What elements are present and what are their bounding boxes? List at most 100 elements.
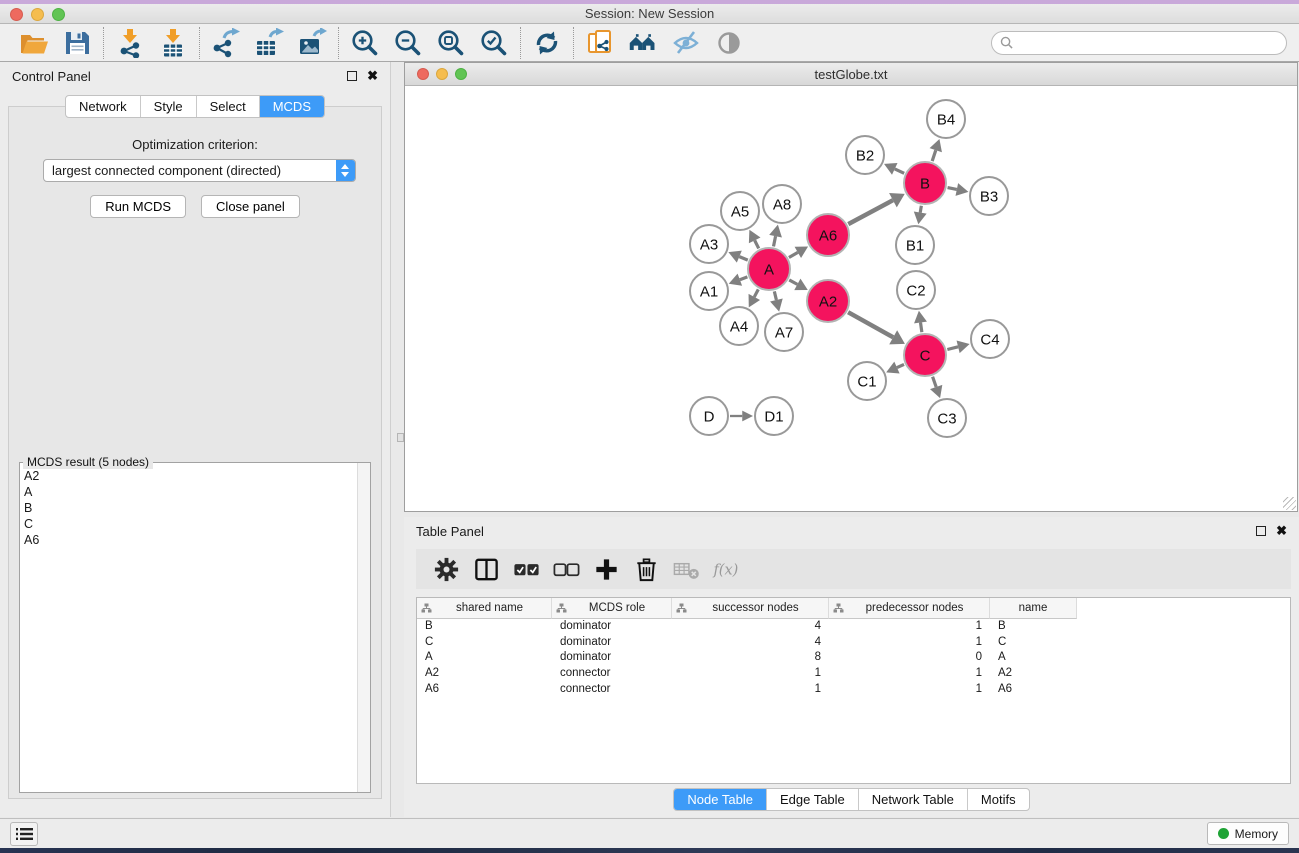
column-header-MCDS-role[interactable]: MCDS role [552, 598, 672, 619]
float-table-panel-icon[interactable] [1256, 526, 1266, 536]
save-session-icon[interactable] [62, 28, 92, 58]
edge-A-A6[interactable] [789, 252, 798, 257]
float-panel-icon[interactable] [347, 71, 357, 81]
graph-node-B3[interactable]: B3 [970, 177, 1008, 215]
tab-edge-table[interactable]: Edge Table [766, 789, 858, 810]
column-header-successor-nodes[interactable]: successor nodes [672, 598, 829, 619]
gear-icon[interactable] [432, 555, 461, 584]
table-cell[interactable]: C [417, 635, 552, 651]
table-cell[interactable]: 4 [672, 619, 829, 635]
network-canvas[interactable]: B4B2BB3A8A5A6A3B1AA1C2A2A4A7C4CC1C3DD1 [405, 86, 1297, 511]
function-builder-icon[interactable]: f(x) [712, 555, 741, 584]
table-cell[interactable]: dominator [552, 650, 672, 666]
table-row[interactable]: Cdominator41C [417, 635, 1290, 651]
table-cell[interactable]: B [990, 619, 1077, 635]
network-minimize-button[interactable] [436, 68, 448, 80]
result-item[interactable]: B [20, 500, 357, 516]
table-row[interactable]: Bdominator41B [417, 619, 1290, 635]
resize-grip-icon[interactable] [1283, 497, 1296, 510]
export-image-icon[interactable] [297, 28, 327, 58]
table-row[interactable]: A2connector11A2 [417, 666, 1290, 682]
tab-style[interactable]: Style [140, 96, 196, 117]
table-cell[interactable]: 8 [672, 650, 829, 666]
apply-layout-icon[interactable] [532, 28, 562, 58]
task-history-button[interactable] [10, 822, 38, 846]
select-all-icon[interactable] [512, 555, 541, 584]
delete-column-icon[interactable] [632, 555, 661, 584]
run-mcds-button[interactable]: Run MCDS [90, 195, 186, 218]
graph-node-A8[interactable]: A8 [763, 185, 801, 223]
edge-A-A2[interactable] [789, 280, 797, 284]
table-cell[interactable]: 1 [829, 619, 990, 635]
graph-node-D1[interactable]: D1 [755, 397, 793, 435]
table-cell[interactable]: A2 [417, 666, 552, 682]
network-zoom-button[interactable] [455, 68, 467, 80]
zoom-in-icon[interactable] [350, 28, 380, 58]
table-row[interactable]: Adominator80A [417, 650, 1290, 666]
edge-B-B4[interactable] [932, 150, 936, 161]
delete-table-icon[interactable] [672, 555, 701, 584]
graph-node-A[interactable]: A [748, 248, 790, 290]
table-cell[interactable]: 4 [672, 635, 829, 651]
close-panel-icon[interactable]: ✖ [367, 71, 378, 81]
criterion-select[interactable]: largest connected component (directed) [43, 159, 356, 182]
search-field[interactable] [991, 31, 1287, 55]
edge-A-A4[interactable] [754, 289, 758, 297]
table-cell[interactable]: A6 [990, 682, 1077, 698]
edge-A-A3[interactable] [739, 257, 747, 261]
column-header-shared-name[interactable]: shared name [417, 598, 552, 619]
tab-mcds[interactable]: MCDS [259, 96, 324, 117]
table-cell[interactable]: 1 [672, 682, 829, 698]
close-table-panel-icon[interactable]: ✖ [1276, 526, 1287, 536]
table-cell[interactable]: 1 [829, 682, 990, 698]
column-header-name[interactable]: name [990, 598, 1077, 619]
table-cell[interactable]: connector [552, 666, 672, 682]
table-cell[interactable]: A [990, 650, 1077, 666]
edge-C-C4[interactable] [947, 347, 958, 350]
result-item[interactable]: A6 [20, 532, 357, 548]
splitter-grip[interactable] [397, 433, 404, 442]
node-table[interactable]: shared nameMCDS rolesuccessor nodesprede… [416, 597, 1291, 784]
edge-A2-C[interactable] [848, 312, 893, 337]
export-network-icon[interactable] [211, 28, 241, 58]
result-item[interactable]: A [20, 484, 357, 500]
table-cell[interactable]: dominator [552, 635, 672, 651]
tab-select[interactable]: Select [196, 96, 259, 117]
table-cell[interactable]: 1 [829, 666, 990, 682]
graph-node-A6[interactable]: A6 [807, 214, 849, 256]
graph-node-C4[interactable]: C4 [971, 320, 1009, 358]
zoom-fit-icon[interactable] [436, 28, 466, 58]
result-item[interactable]: A2 [20, 468, 357, 484]
close-window-button[interactable] [10, 8, 23, 21]
table-row[interactable]: A6connector11A6 [417, 682, 1290, 698]
add-column-icon[interactable] [592, 555, 621, 584]
search-input[interactable] [1013, 36, 1278, 50]
edge-A-A8[interactable] [774, 236, 776, 246]
graph-node-B1[interactable]: B1 [896, 226, 934, 264]
tab-network[interactable]: Network [66, 96, 140, 117]
edge-A-A1[interactable] [740, 277, 748, 280]
open-file-icon[interactable] [19, 28, 49, 58]
edge-C-C3[interactable] [933, 377, 937, 387]
zoom-out-icon[interactable] [393, 28, 423, 58]
graph-node-A7[interactable]: A7 [765, 313, 803, 351]
network-close-button[interactable] [417, 68, 429, 80]
table-cell[interactable]: 1 [672, 666, 829, 682]
graph-node-A3[interactable]: A3 [690, 225, 728, 263]
graph-node-C3[interactable]: C3 [928, 399, 966, 437]
graph-node-B[interactable]: B [904, 162, 946, 204]
graph-node-B2[interactable]: B2 [846, 136, 884, 174]
graph-node-A4[interactable]: A4 [720, 307, 758, 345]
column-header-predecessor-nodes[interactable]: predecessor nodes [829, 598, 990, 619]
table-cell[interactable]: connector [552, 682, 672, 698]
split-columns-icon[interactable] [472, 555, 501, 584]
memory-button[interactable]: Memory [1207, 822, 1289, 845]
graph-node-C1[interactable]: C1 [848, 362, 886, 400]
table-cell[interactable]: B [417, 619, 552, 635]
tab-node-table[interactable]: Node Table [674, 789, 766, 810]
edge-C-C2[interactable] [921, 323, 922, 333]
zoom-window-button[interactable] [52, 8, 65, 21]
copy-network-icon[interactable] [585, 28, 615, 58]
tab-network-table[interactable]: Network Table [858, 789, 967, 810]
show-all-icon[interactable] [714, 28, 744, 58]
